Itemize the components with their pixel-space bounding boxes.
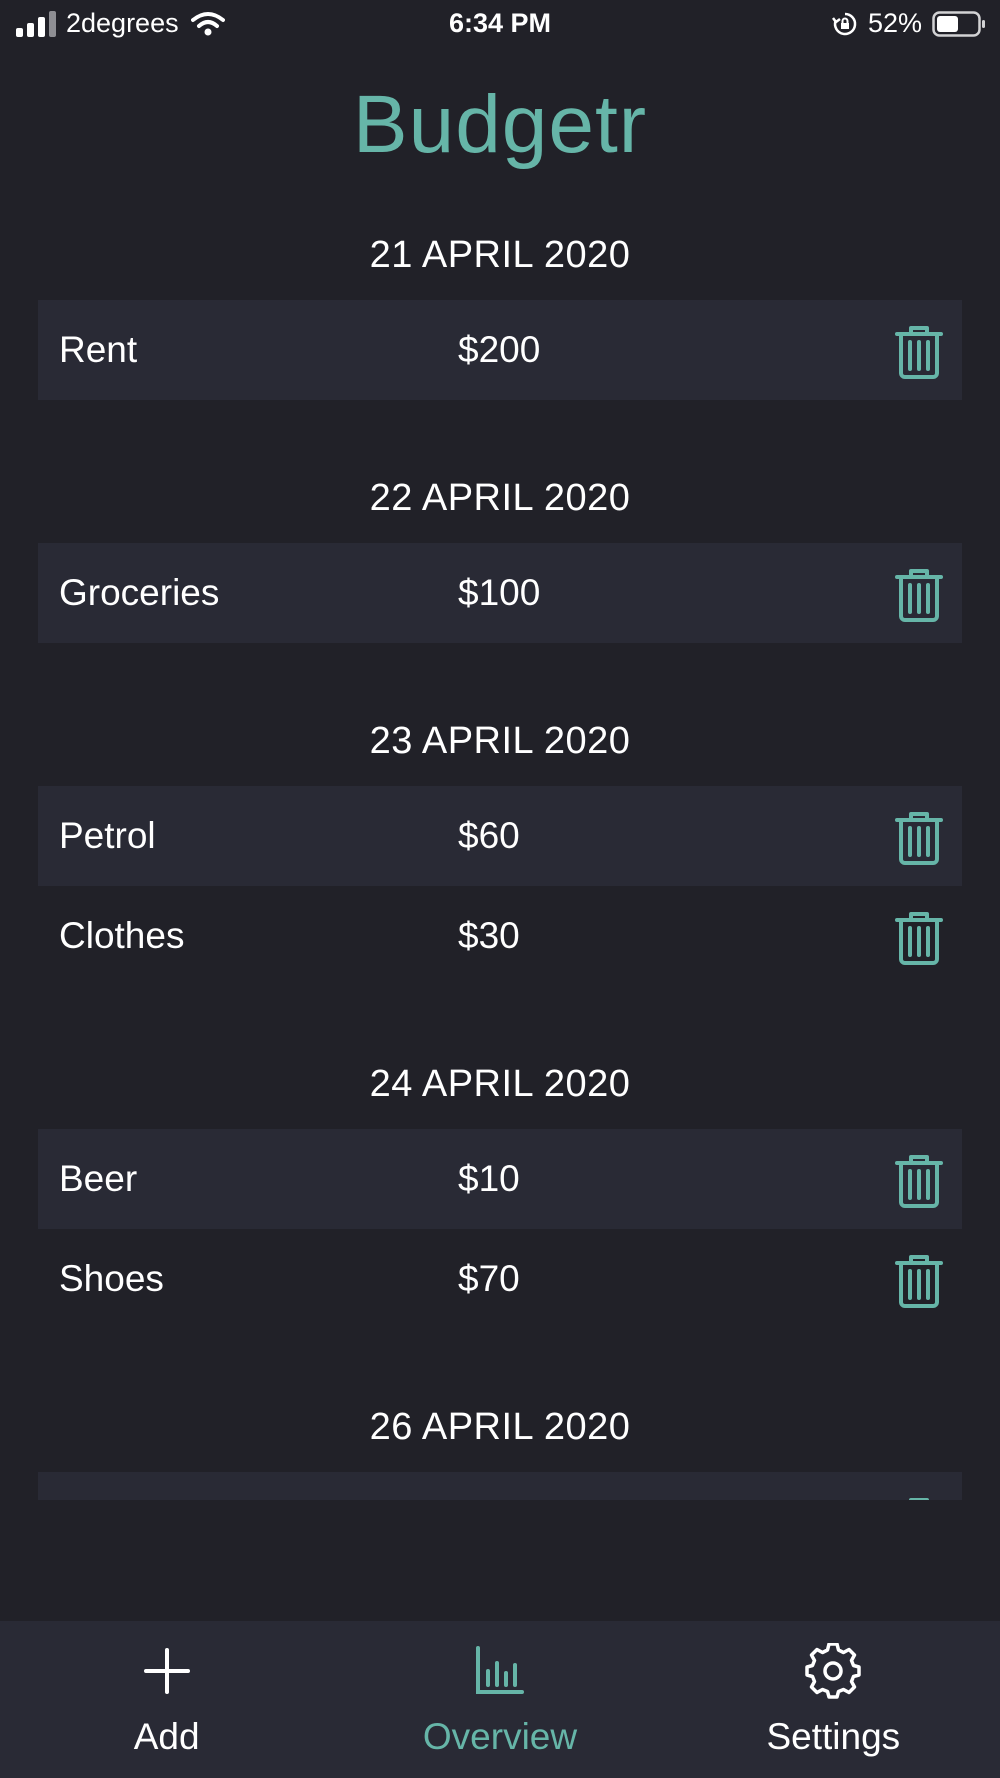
trash-icon[interactable] — [894, 1496, 944, 1500]
date-header: 26 APRIL 2020 — [369, 1406, 631, 1448]
tab-bar: Add Overview Settings — [0, 1621, 1000, 1778]
expense-row[interactable]: Beer $10 — [38, 1129, 962, 1229]
status-bar: 2degrees 6:34 PM 52% — [0, 0, 1000, 50]
expense-amount: $100 — [458, 572, 541, 613]
expense-list[interactable]: 21 APRIL 2020 Rent $200 22 APRIL 2020 Gr… — [0, 200, 1000, 1500]
trash-icon[interactable] — [894, 910, 944, 966]
page-title: Budgetr — [352, 79, 648, 170]
trash-icon[interactable] — [894, 567, 944, 623]
expense-name: Clothes — [59, 915, 185, 956]
expense-amount: $70 — [458, 1258, 520, 1299]
trash-icon[interactable] — [894, 1153, 944, 1209]
date-group: 22 APRIL 2020 Groceries $100 — [0, 443, 1000, 686]
tab-label: Add — [133, 1716, 200, 1757]
date-group: 21 APRIL 2020 Rent $200 — [0, 200, 1000, 443]
date-header: 23 APRIL 2020 — [369, 720, 631, 762]
expense-row[interactable]: Rent $200 — [38, 300, 962, 400]
tab-overview[interactable]: Overview — [333, 1621, 666, 1778]
date-group: 24 APRIL 2020 Beer $10 Shoes $70 — [0, 1029, 1000, 1372]
expense-name: Groceries — [59, 572, 220, 613]
tab-label: Settings — [766, 1716, 901, 1757]
tab-label: Overview — [422, 1716, 578, 1757]
date-group: 26 APRIL 2020 — [0, 1372, 1000, 1500]
date-header: 21 APRIL 2020 — [369, 234, 631, 276]
expense-amount: $30 — [458, 915, 520, 956]
expense-amount: $200 — [458, 329, 541, 370]
expense-row[interactable]: Petrol $60 — [38, 786, 962, 886]
trash-icon[interactable] — [894, 324, 944, 380]
expense-name: Petrol — [59, 815, 156, 856]
date-group: 23 APRIL 2020 Petrol $60 Clothes $30 — [0, 686, 1000, 1029]
expense-row[interactable]: Shoes $70 — [38, 1229, 962, 1329]
expense-name: Shoes — [59, 1258, 164, 1299]
expense-amount: $60 — [458, 815, 520, 856]
date-header: 22 APRIL 2020 — [369, 477, 631, 519]
trash-icon[interactable] — [894, 1253, 944, 1309]
battery-percent: 52% — [867, 8, 922, 38]
orientation-lock-icon — [831, 12, 857, 35]
trash-icon[interactable] — [894, 810, 944, 866]
bar-chart-icon — [475, 1646, 524, 1694]
battery-icon — [932, 10, 985, 37]
expense-name: Rent — [59, 329, 138, 370]
expense-row[interactable] — [38, 1472, 962, 1500]
tab-add[interactable]: Add — [0, 1621, 333, 1778]
expense-row[interactable]: Clothes $30 — [38, 886, 962, 986]
tab-settings[interactable]: Settings — [667, 1621, 1000, 1778]
expense-amount: $10 — [458, 1158, 520, 1199]
expense-row[interactable]: Groceries $100 — [38, 543, 962, 643]
expense-name: Beer — [59, 1158, 138, 1199]
status-right: 52% — [831, 8, 986, 39]
date-header: 24 APRIL 2020 — [369, 1063, 631, 1105]
gear-icon — [805, 1643, 862, 1699]
plus-icon — [143, 1648, 190, 1694]
